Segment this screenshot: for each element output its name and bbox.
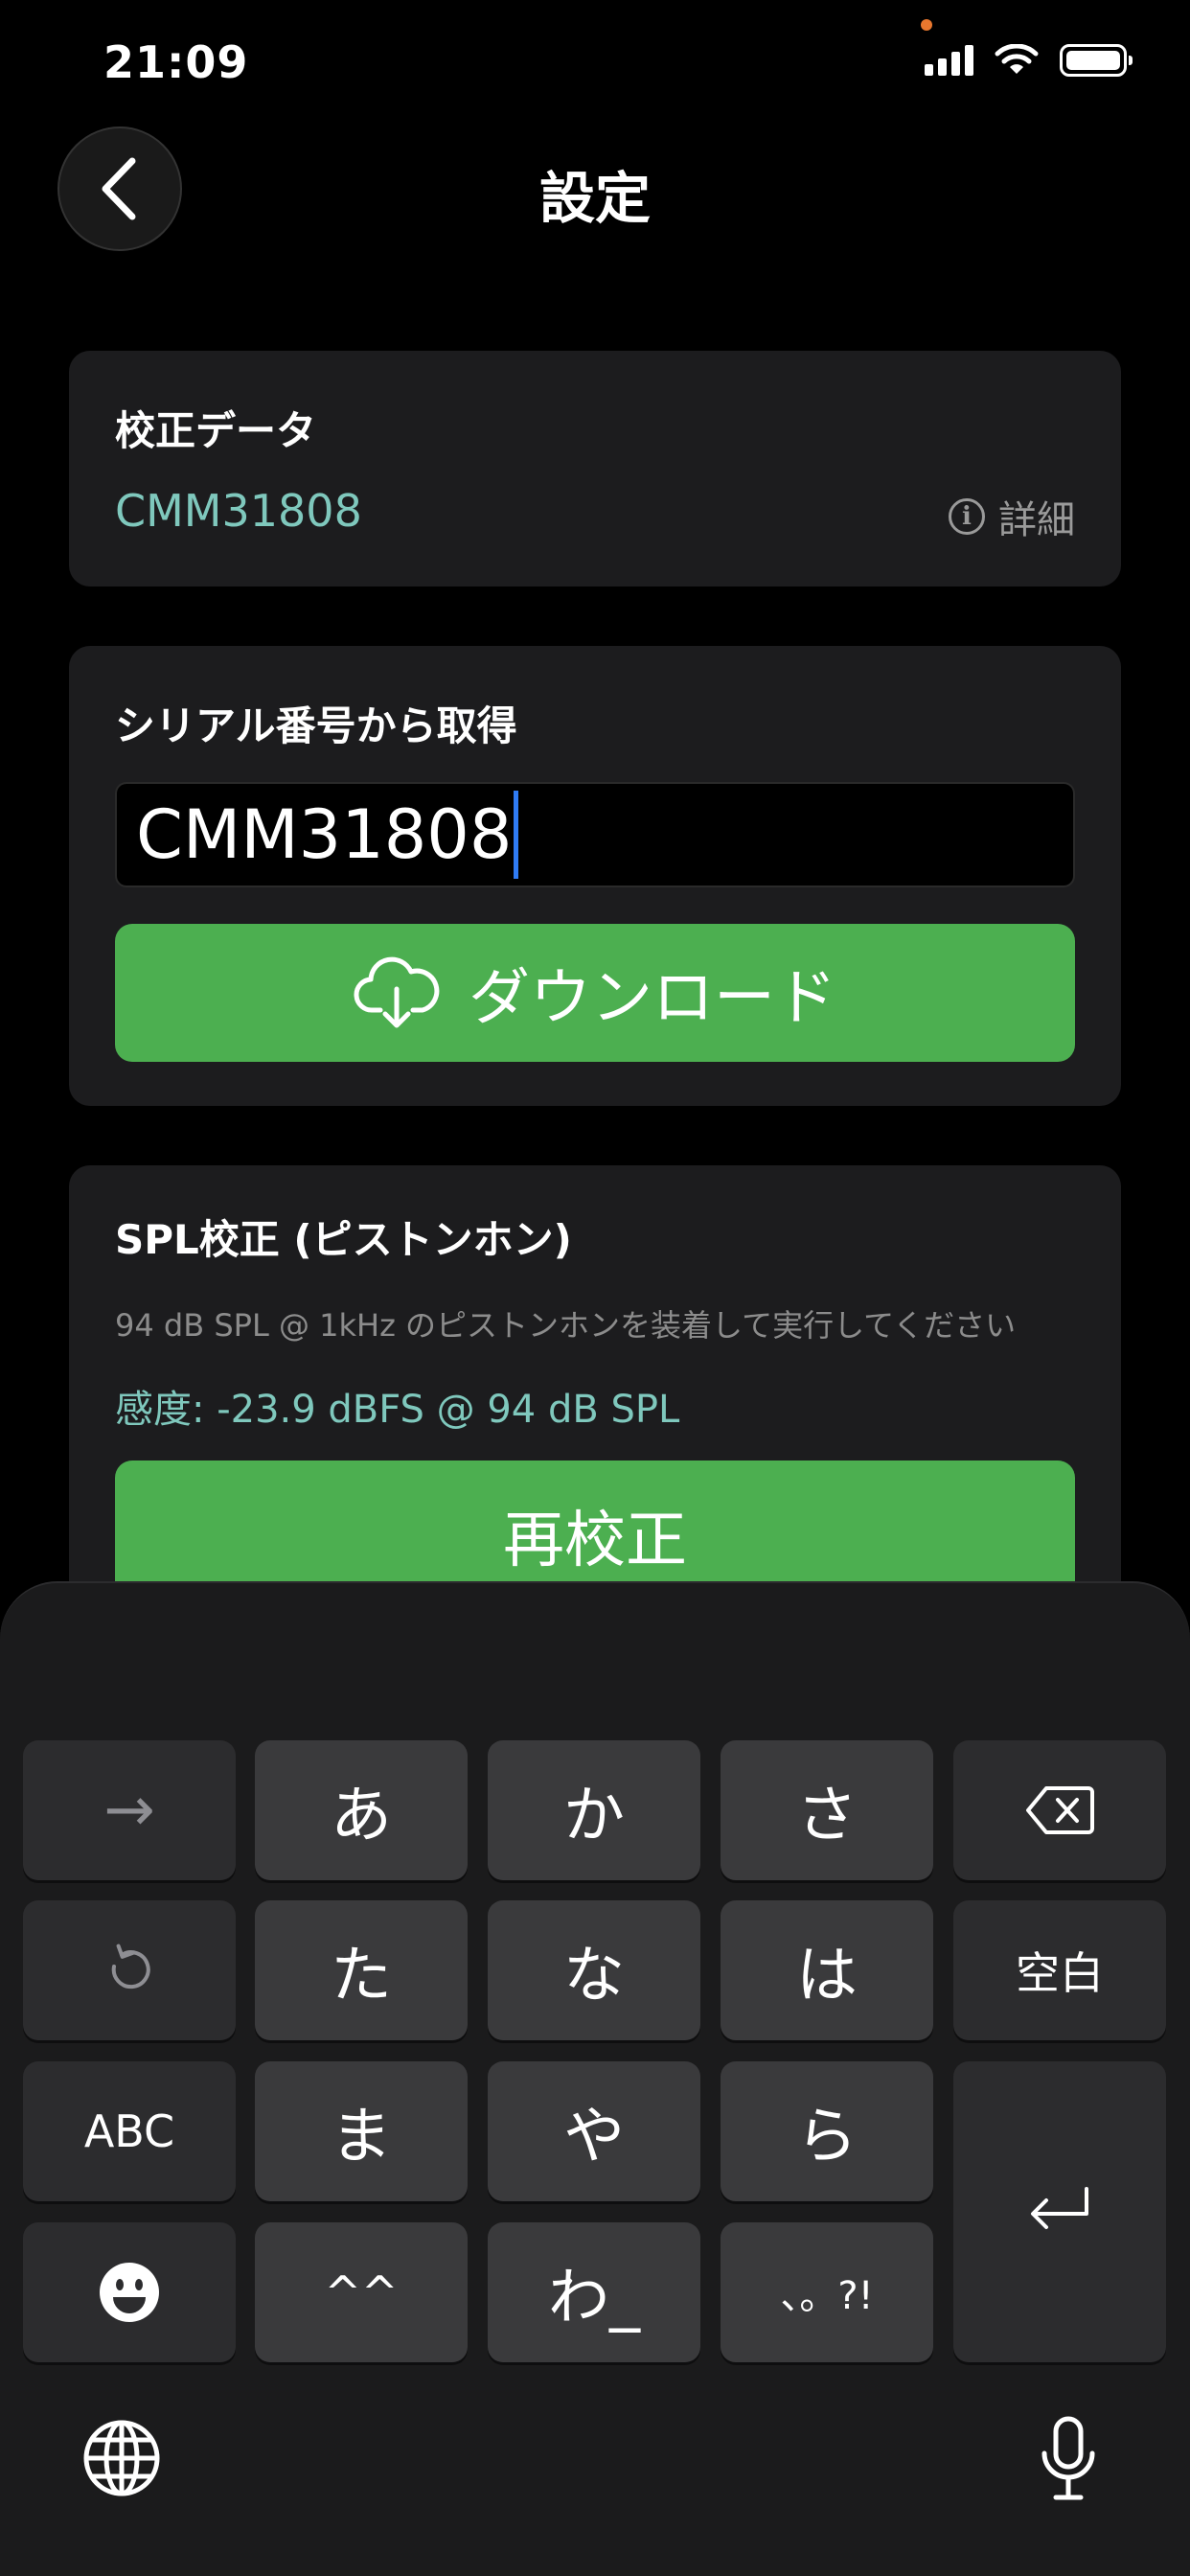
spl-description: 94 dB SPL @ 1kHz のピストンホンを装着して実行してください bbox=[115, 1307, 1017, 1344]
signal-icon bbox=[925, 45, 973, 76]
spl-calibration-title: SPL校正 (ピストンホン) bbox=[115, 1216, 572, 1263]
download-button[interactable]: ダウンロード bbox=[115, 924, 1075, 1062]
calibration-data-title: 校正データ bbox=[115, 407, 317, 454]
download-label: ダウンロード bbox=[469, 963, 836, 1034]
status-time: 21:09 bbox=[103, 36, 249, 88]
details-button[interactable]: i 詳細 bbox=[949, 489, 1075, 544]
details-label: 詳細 bbox=[998, 498, 1075, 542]
key-punctuation[interactable]: 、。?! bbox=[721, 2222, 933, 2362]
battery-icon bbox=[1060, 44, 1133, 77]
page-title: 設定 bbox=[538, 166, 651, 231]
wifi-icon bbox=[995, 44, 1039, 74]
key-kaomoji[interactable]: ^^ bbox=[255, 2222, 468, 2362]
privacy-indicator-dot bbox=[921, 19, 932, 31]
spl-calibration-card: SPL校正 (ピストンホン) 94 dB SPL @ 1kHz のピストンホンを… bbox=[69, 1165, 1121, 1606]
undo-icon bbox=[111, 1944, 150, 1990]
cloud-download-icon bbox=[354, 956, 440, 1028]
key-ka[interactable]: か bbox=[488, 1740, 700, 1880]
info-icon: i bbox=[949, 498, 985, 535]
spl-sensitivity: 感度: -23.9 dBFS @ 94 dB SPL bbox=[115, 1388, 680, 1432]
key-na[interactable]: な bbox=[488, 1900, 700, 2040]
serial-number-card: シリアル番号から取得 CMM31808 ダウンロード bbox=[69, 646, 1121, 1106]
globe-icon[interactable] bbox=[82, 2419, 161, 2497]
key-sa[interactable]: さ bbox=[721, 1740, 933, 1880]
text-caret bbox=[514, 791, 519, 879]
return-icon bbox=[1031, 2187, 1088, 2229]
emoji-icon bbox=[100, 2263, 159, 2322]
key-abc[interactable]: ABC bbox=[23, 2061, 236, 2201]
key-ta[interactable]: た bbox=[255, 1900, 468, 2040]
calibration-data-card: 校正データ CMM31808 i 詳細 bbox=[69, 351, 1121, 586]
key-delete[interactable] bbox=[953, 1740, 1166, 1880]
key-space[interactable]: 空白 bbox=[953, 1900, 1166, 2040]
serial-number-input-value: CMM31808 bbox=[136, 795, 513, 874]
key-ya[interactable]: や bbox=[488, 2061, 700, 2201]
calibration-data-value: CMM31808 bbox=[115, 485, 362, 537]
serial-number-input[interactable]: CMM31808 bbox=[115, 782, 1075, 887]
key-right-arrow[interactable]: → bbox=[23, 1740, 236, 1880]
key-undo[interactable] bbox=[23, 1900, 236, 2040]
key-a[interactable]: あ bbox=[255, 1740, 468, 1880]
status-icons bbox=[925, 44, 1133, 77]
serial-number-title: シリアル番号から取得 bbox=[115, 702, 517, 749]
japanese-kana-keyboard: → あ か さ た な は 空白 ABC ま や ら ^^ わ_ 、。?! bbox=[0, 1581, 1190, 2576]
key-return[interactable] bbox=[953, 2061, 1166, 2362]
recalibrate-label: 再校正 bbox=[503, 1506, 687, 1576]
key-emoji[interactable] bbox=[23, 2222, 236, 2362]
microphone-icon[interactable] bbox=[1039, 2415, 1098, 2501]
key-ha[interactable]: は bbox=[721, 1900, 933, 2040]
delete-icon bbox=[1026, 1786, 1094, 1834]
key-ma[interactable]: ま bbox=[255, 2061, 468, 2201]
key-wa[interactable]: わ_ bbox=[488, 2222, 700, 2362]
key-ra[interactable]: ら bbox=[721, 2061, 933, 2201]
